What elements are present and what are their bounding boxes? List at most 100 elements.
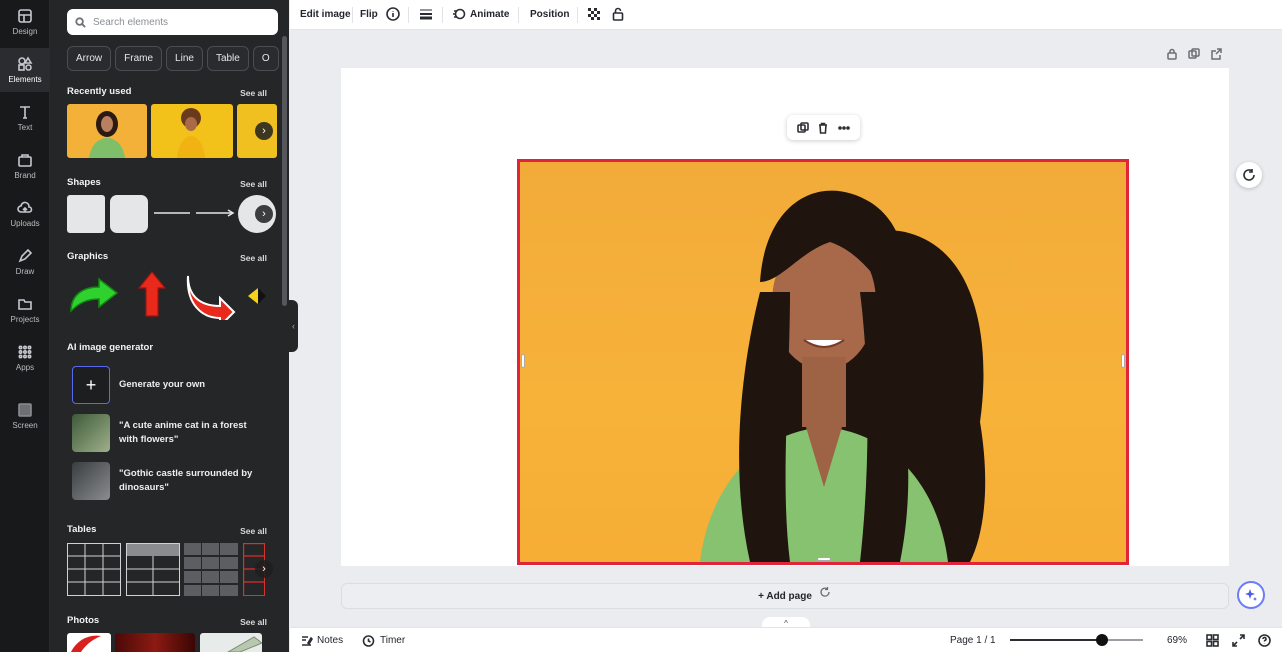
selected-photo[interactable]	[520, 162, 1127, 562]
toolbar-divider	[577, 7, 578, 23]
duplicate-page-icon[interactable]	[1188, 48, 1200, 60]
tables-scroll-right-icon[interactable]: ›	[255, 560, 273, 578]
notes-button[interactable]: Notes	[300, 628, 343, 652]
photo-thumb-1[interactable]	[67, 633, 111, 652]
apps-icon	[18, 345, 32, 359]
search-input[interactable]	[93, 16, 263, 28]
rail-item-projects[interactable]: Projects	[0, 288, 50, 332]
line-weight-icon	[420, 9, 432, 20]
chip-row: Arrow Frame Line Table O	[67, 46, 289, 72]
table-thumb-header[interactable]	[126, 543, 180, 596]
search-box[interactable]	[67, 9, 278, 35]
resize-handle-right[interactable]	[1121, 354, 1125, 368]
rail-item-apps[interactable]: Apps	[0, 336, 50, 380]
zoom-slider-fill	[1010, 639, 1102, 641]
transparency-button[interactable]	[587, 0, 601, 28]
transparency-icon	[588, 8, 600, 20]
lock-button[interactable]	[611, 0, 625, 28]
panel-scrollbar[interactable]	[282, 36, 287, 306]
fullscreen-button[interactable]	[1232, 628, 1245, 652]
table-thumb-filled[interactable]	[184, 543, 238, 596]
chip-frame[interactable]: Frame	[115, 46, 163, 71]
recent-thumb-man[interactable]	[151, 104, 233, 158]
rotate-button[interactable]	[1236, 162, 1262, 188]
rail-item-uploads[interactable]: Uploads	[0, 192, 50, 236]
position-button[interactable]: Position	[530, 0, 569, 28]
shape-lines[interactable]	[152, 206, 242, 220]
animate-button[interactable]: Animate	[452, 0, 509, 28]
collapse-panel-handle[interactable]: ‹	[289, 300, 298, 352]
flip-button[interactable]: Flip	[360, 0, 378, 28]
red-up-arrow-graphic[interactable]	[136, 270, 168, 318]
ai-prompt-gothic-castle[interactable]: "Gothic castle surrounded by dinosaurs"	[72, 462, 259, 500]
magic-assistant-button[interactable]	[1237, 581, 1265, 609]
toolbar-divider	[442, 7, 443, 23]
photo-thumb-2[interactable]	[115, 633, 195, 652]
rail-item-brand[interactable]: Brand	[0, 144, 50, 188]
rail-item-design[interactable]: Design	[0, 0, 50, 44]
chip-arrow[interactable]: Arrow	[67, 46, 112, 71]
see-all-tables[interactable]: See all	[240, 526, 267, 536]
see-all-graphics[interactable]: See all	[240, 253, 267, 263]
zoom-slider[interactable]	[1010, 634, 1143, 646]
section-title-recently-used: Recently used	[67, 86, 132, 97]
see-all-shapes[interactable]: See all	[240, 179, 267, 189]
timer-button[interactable]: Timer	[362, 628, 405, 652]
share-page-icon[interactable]	[1210, 48, 1222, 60]
page-indicator[interactable]: Page 1 / 1	[950, 628, 996, 652]
add-page-button[interactable]: + Add page	[341, 583, 1229, 609]
recent-thumb-woman[interactable]	[67, 104, 147, 158]
context-toolbar: Edit image Flip Animate Position	[290, 0, 1282, 30]
grid-view-button[interactable]	[1206, 628, 1219, 652]
zoom-percent[interactable]: 69%	[1167, 628, 1187, 652]
help-button[interactable]	[1258, 628, 1271, 652]
trash-icon[interactable]	[817, 122, 829, 134]
resize-handle-left[interactable]	[521, 354, 525, 368]
shape-rounded-square[interactable]	[110, 195, 148, 233]
red-curved-arrow-graphic[interactable]	[182, 270, 238, 320]
bottom-bar: Notes Timer Page 1 / 1 69%	[290, 627, 1282, 652]
element-quick-actions	[787, 115, 860, 140]
photo-thumb-3[interactable]	[200, 633, 262, 652]
border-style-button[interactable]	[419, 0, 433, 28]
shapes-scroll-right-icon[interactable]: ›	[255, 205, 273, 223]
rail-item-screen[interactable]: Screen	[0, 394, 50, 438]
rail-item-draw[interactable]: Draw	[0, 240, 50, 284]
table-thumb-grid[interactable]	[67, 543, 121, 596]
yellow-arrow-graphic[interactable]	[246, 285, 268, 307]
grid-view-icon	[1206, 633, 1219, 647]
duplicate-icon[interactable]	[797, 121, 809, 134]
chip-table[interactable]: Table	[206, 46, 249, 71]
rail-item-elements[interactable]: Elements	[0, 48, 50, 92]
more-options-icon[interactable]	[838, 122, 850, 134]
rail-label: Design	[12, 27, 38, 36]
section-title-tables: Tables	[67, 524, 97, 535]
info-button[interactable]	[386, 0, 400, 28]
woman-portrait-image	[700, 190, 986, 562]
green-arrow-graphic[interactable]	[67, 275, 121, 317]
refresh-page-icon[interactable]	[818, 585, 832, 599]
man-photo-thumb	[177, 108, 205, 158]
recent-scroll-right-icon[interactable]: ›	[255, 122, 273, 140]
notes-icon	[302, 635, 313, 646]
refresh-icon	[1243, 169, 1255, 181]
woman-photo-thumb	[89, 111, 125, 158]
edit-image-button[interactable]: Edit image	[300, 0, 351, 28]
ai-generate-own[interactable]: + Generate your own	[72, 366, 259, 404]
ai-item-label: Generate your own	[119, 379, 206, 390]
brand-icon	[18, 154, 32, 167]
chip-more[interactable]: O	[252, 46, 279, 71]
timer-label: Timer	[380, 634, 406, 646]
shape-square[interactable]	[67, 195, 105, 233]
ai-prompt-anime-cat[interactable]: "A cute anime cat in a forest with flowe…	[72, 414, 259, 452]
gothic-castle-thumb	[72, 462, 110, 500]
see-all-photos[interactable]: See all	[240, 617, 267, 627]
red-swoosh-thumb	[71, 635, 101, 652]
chip-line[interactable]: Line	[166, 46, 203, 71]
animate-label: Animate	[470, 8, 510, 20]
see-all-recently-used[interactable]: See all	[240, 88, 267, 98]
zoom-slider-knob[interactable]	[1096, 634, 1108, 646]
resize-handle-bottom[interactable]	[817, 557, 831, 561]
rail-item-text[interactable]: Text	[0, 96, 50, 140]
lock-page-icon[interactable]	[1166, 48, 1178, 60]
